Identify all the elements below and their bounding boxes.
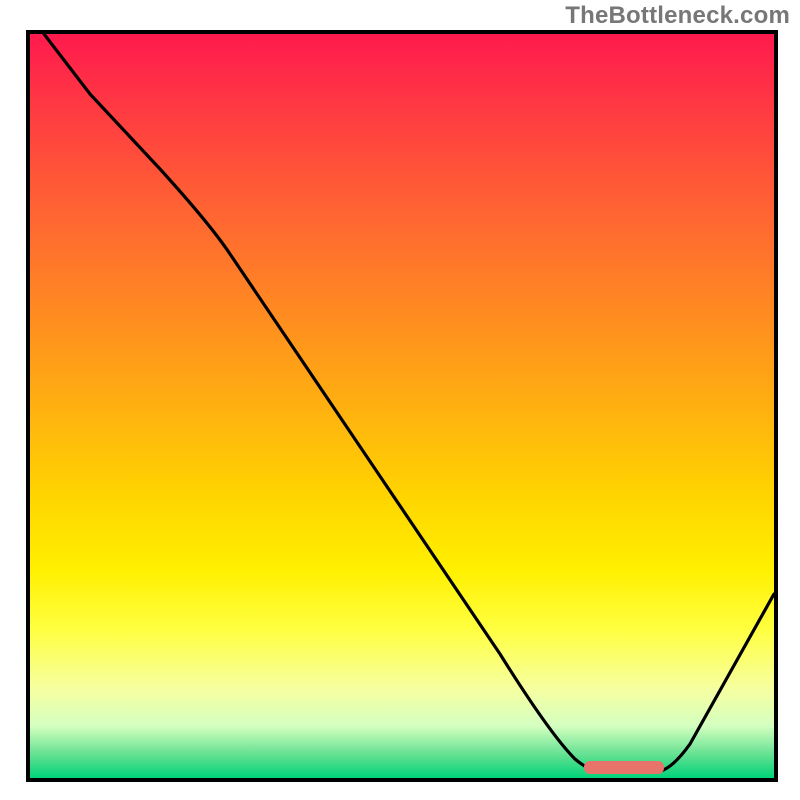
chart-frame: TheBottleneck.com: [0, 0, 800, 800]
plot-area: [26, 30, 778, 782]
bottleneck-curve: [30, 34, 774, 778]
watermark-text: TheBottleneck.com: [565, 2, 790, 30]
optimal-range-marker: [584, 761, 664, 774]
curve-path: [44, 34, 774, 772]
